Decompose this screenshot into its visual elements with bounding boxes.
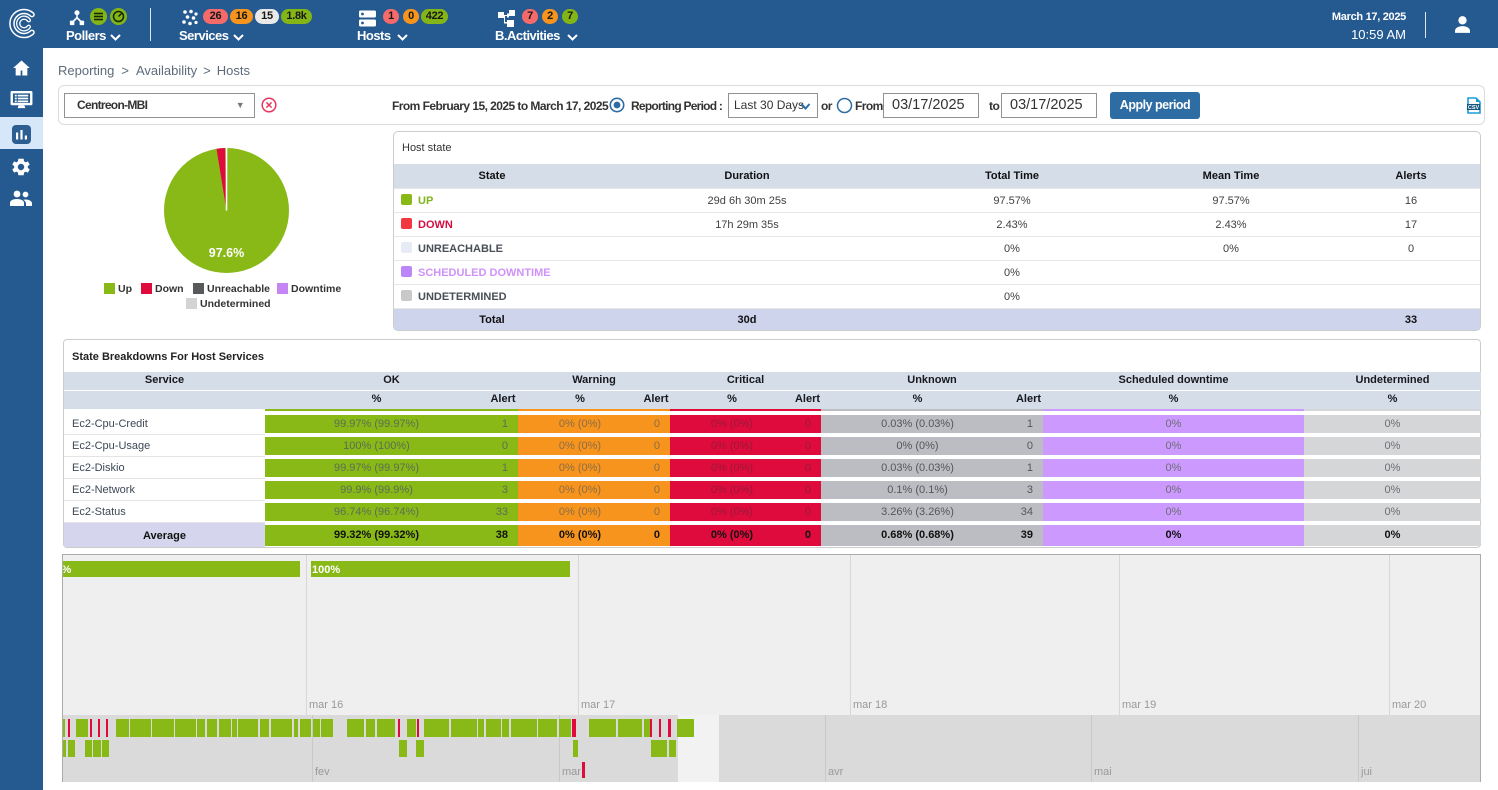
svg-text:CSV: CSV [1468, 105, 1480, 111]
svg-text:97.6%: 97.6% [209, 246, 244, 260]
